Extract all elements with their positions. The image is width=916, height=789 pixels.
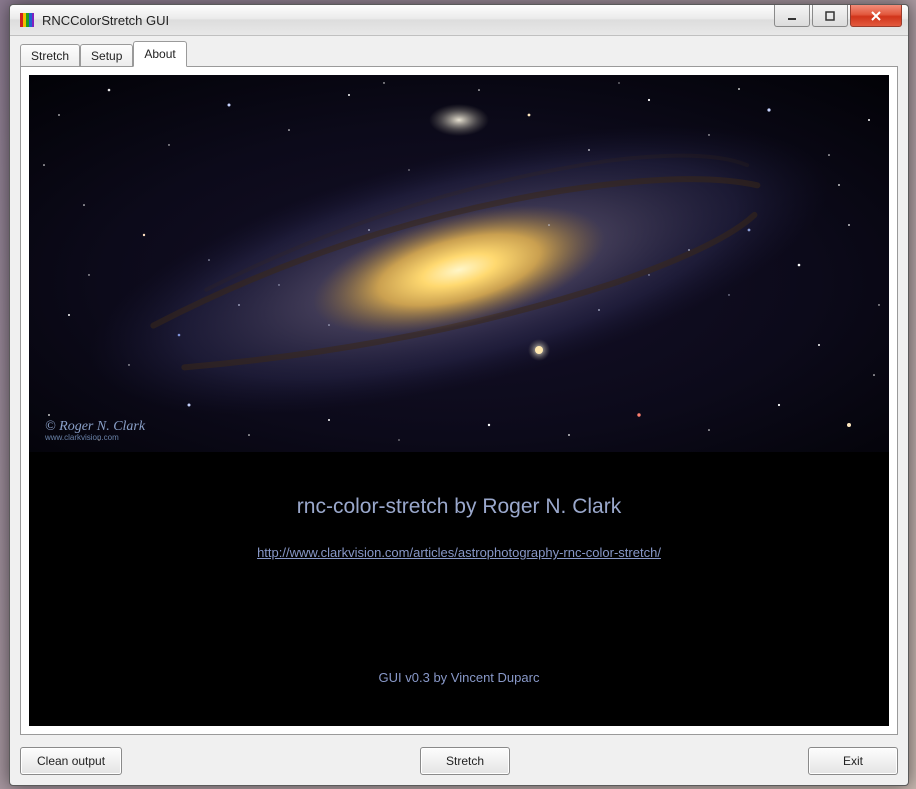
image-credit-line2: www.clarkvision.com xyxy=(45,434,145,442)
galaxy-image xyxy=(29,75,889,452)
app-window: RNCColorStretch GUI Stretch Setup About xyxy=(9,4,909,786)
about-text-block: rnc-color-stretch by Roger N. Clark http… xyxy=(29,495,889,685)
bottom-button-row: Clean output Stretch Exit xyxy=(20,747,898,775)
minimize-button[interactable] xyxy=(774,5,810,27)
exit-button[interactable]: Exit xyxy=(808,747,898,775)
tab-page-about: © Roger N. Clark www.clarkvision.com rnc… xyxy=(20,66,898,735)
app-icon xyxy=(18,11,36,29)
about-footer: GUI v0.3 by Vincent Duparc xyxy=(29,670,889,685)
stretch-button[interactable]: Stretch xyxy=(420,747,510,775)
clean-output-button[interactable]: Clean output xyxy=(20,747,122,775)
window-controls xyxy=(774,5,908,35)
tab-setup[interactable]: Setup xyxy=(80,44,133,67)
about-title: rnc-color-stretch by Roger N. Clark xyxy=(29,495,889,519)
titlebar[interactable]: RNCColorStretch GUI xyxy=(10,5,908,36)
window-title: RNCColorStretch GUI xyxy=(42,13,774,28)
image-credit: © Roger N. Clark www.clarkvision.com xyxy=(45,420,145,442)
image-credit-line1: © Roger N. Clark xyxy=(45,420,145,434)
tabs-row: Stretch Setup About xyxy=(20,42,898,66)
maximize-button[interactable] xyxy=(812,5,848,27)
about-link[interactable]: http://www.clarkvision.com/articles/astr… xyxy=(257,545,661,560)
close-button[interactable] xyxy=(850,5,902,27)
tab-about[interactable]: About xyxy=(133,41,186,67)
client-area: Stretch Setup About xyxy=(10,36,908,785)
tab-stretch[interactable]: Stretch xyxy=(20,44,80,67)
about-canvas: © Roger N. Clark www.clarkvision.com rnc… xyxy=(29,75,889,726)
